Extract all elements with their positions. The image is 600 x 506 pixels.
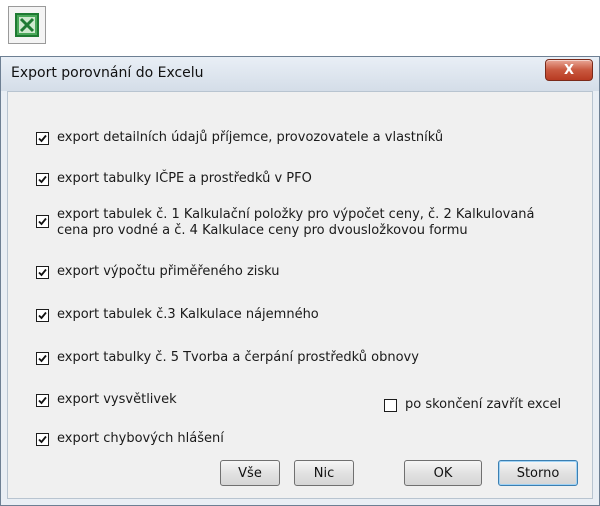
ok-button[interactable]: OK	[404, 460, 482, 486]
option-checkbox[interactable]	[36, 394, 49, 407]
select-all-button[interactable]: Vše	[220, 460, 280, 486]
option-vysvetlivky[interactable]: export vysvětlivek	[36, 392, 336, 408]
option-checkbox[interactable]	[384, 399, 397, 412]
option-label: export tabulky č. 5 Tvorba a čerpání pro…	[57, 350, 419, 365]
option-chybova-hlaseni[interactable]: export chybových hlášení	[36, 431, 556, 447]
option-label: export tabulek č. 1 Kalkulační položky p…	[57, 207, 535, 238]
option-label: export tabulek č.3 Kalkulace nájemného	[57, 307, 319, 322]
close-icon: X	[563, 62, 575, 78]
check-icon	[38, 134, 47, 143]
cancel-button[interactable]: Storno	[498, 460, 578, 486]
option-checkbox[interactable]	[36, 173, 49, 186]
option-label: po skončení zavřít excel	[405, 397, 562, 412]
select-none-button[interactable]: Nic	[294, 460, 354, 486]
check-icon	[38, 396, 47, 405]
option-primereny-zisk[interactable]: export výpočtu přiměřeného zisku	[36, 264, 556, 280]
check-icon	[38, 354, 47, 363]
check-icon	[38, 311, 47, 320]
option-label: export výpočtu přiměřeného zisku	[57, 264, 280, 279]
option-checkbox[interactable]	[36, 215, 49, 228]
option-checkbox[interactable]	[36, 433, 49, 446]
option-tabulky-1-2-4[interactable]: export tabulek č. 1 Kalkulační položky p…	[36, 207, 566, 239]
option-checkbox[interactable]	[36, 309, 49, 322]
export-dialog: Export porovnání do Excelu X export deta…	[0, 56, 600, 506]
option-checkbox[interactable]	[36, 352, 49, 365]
option-checkbox[interactable]	[36, 132, 49, 145]
check-icon	[38, 175, 47, 184]
close-button[interactable]: X	[545, 59, 593, 81]
option-zavrit-excel[interactable]: po skončení zavřít excel	[384, 397, 584, 413]
excel-icon[interactable]	[8, 6, 46, 44]
option-label: export vysvětlivek	[57, 392, 177, 407]
dialog-title: Export porovnání do Excelu	[11, 65, 204, 81]
option-detail-udaje[interactable]: export detailních údajů příjemce, provoz…	[36, 130, 556, 146]
check-icon	[38, 435, 47, 444]
option-label: export tabulky IČPE a prostředků v PFO	[57, 171, 312, 186]
check-icon	[38, 217, 47, 226]
option-label: export detailních údajů příjemce, provoz…	[57, 130, 444, 145]
option-najemne[interactable]: export tabulek č.3 Kalkulace nájemného	[36, 307, 556, 323]
dialog-titlebar[interactable]: Export porovnání do Excelu X	[1, 57, 599, 91]
check-icon	[38, 268, 47, 277]
excel-icon-graphic	[15, 13, 39, 37]
option-obnova[interactable]: export tabulky č. 5 Tvorba a čerpání pro…	[36, 350, 556, 366]
option-icpe[interactable]: export tabulky IČPE a prostředků v PFO	[36, 171, 556, 187]
dialog-content: export detailních údajů příjemce, provoz…	[7, 91, 593, 499]
option-checkbox[interactable]	[36, 266, 49, 279]
option-label: export chybových hlášení	[57, 431, 224, 446]
